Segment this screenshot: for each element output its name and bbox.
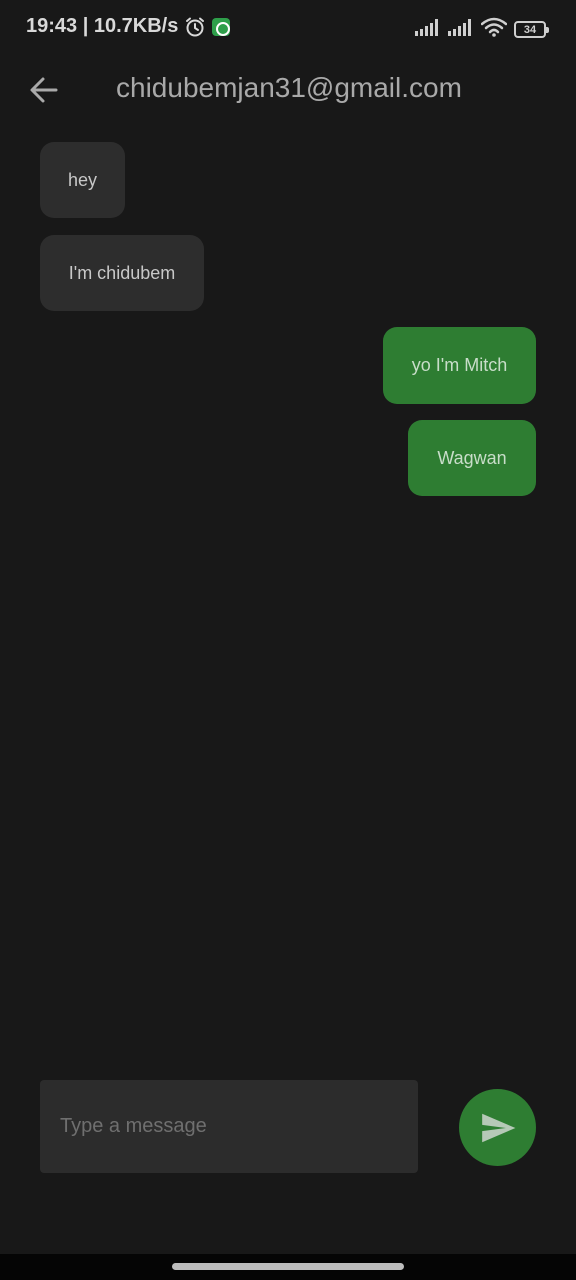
message-text: Wagwan xyxy=(437,447,507,468)
arrow-left-icon xyxy=(30,77,58,103)
app-bar: chidubemjan31@gmail.com xyxy=(0,60,576,118)
message-bubble-incoming: hey xyxy=(40,142,125,218)
message-bubble-outgoing: yo I'm Mitch xyxy=(383,327,536,404)
message-bubble-incoming: I'm chidubem xyxy=(40,235,204,311)
home-handle[interactable] xyxy=(172,1263,404,1270)
message-text: I'm chidubem xyxy=(68,262,176,283)
send-icon xyxy=(481,1113,515,1142)
status-time-speed: 19:43 | 10.7KB/s xyxy=(26,15,179,37)
send-button[interactable] xyxy=(459,1089,536,1166)
whatsapp-icon xyxy=(212,17,231,36)
message-input[interactable] xyxy=(40,1080,418,1173)
chat-title: chidubemjan31@gmail.com xyxy=(116,72,462,103)
back-button[interactable] xyxy=(24,70,64,110)
status-right: 34 xyxy=(415,17,549,42)
status-bar: 19:43 | 10.7KB/s 34 xyxy=(0,0,576,56)
wifi-icon xyxy=(480,17,508,42)
message-text: hey xyxy=(67,169,98,190)
alarm-icon xyxy=(184,16,206,38)
signal-icon xyxy=(415,18,441,41)
message-bubble-outgoing: Wagwan xyxy=(408,420,536,496)
status-left: 19:43 | 10.7KB/s xyxy=(26,15,231,38)
navigation-bar xyxy=(0,1254,576,1280)
battery-icon: 34 xyxy=(514,21,549,38)
message-text: yo I'm Mitch xyxy=(411,355,508,375)
signal-icon xyxy=(448,18,474,41)
